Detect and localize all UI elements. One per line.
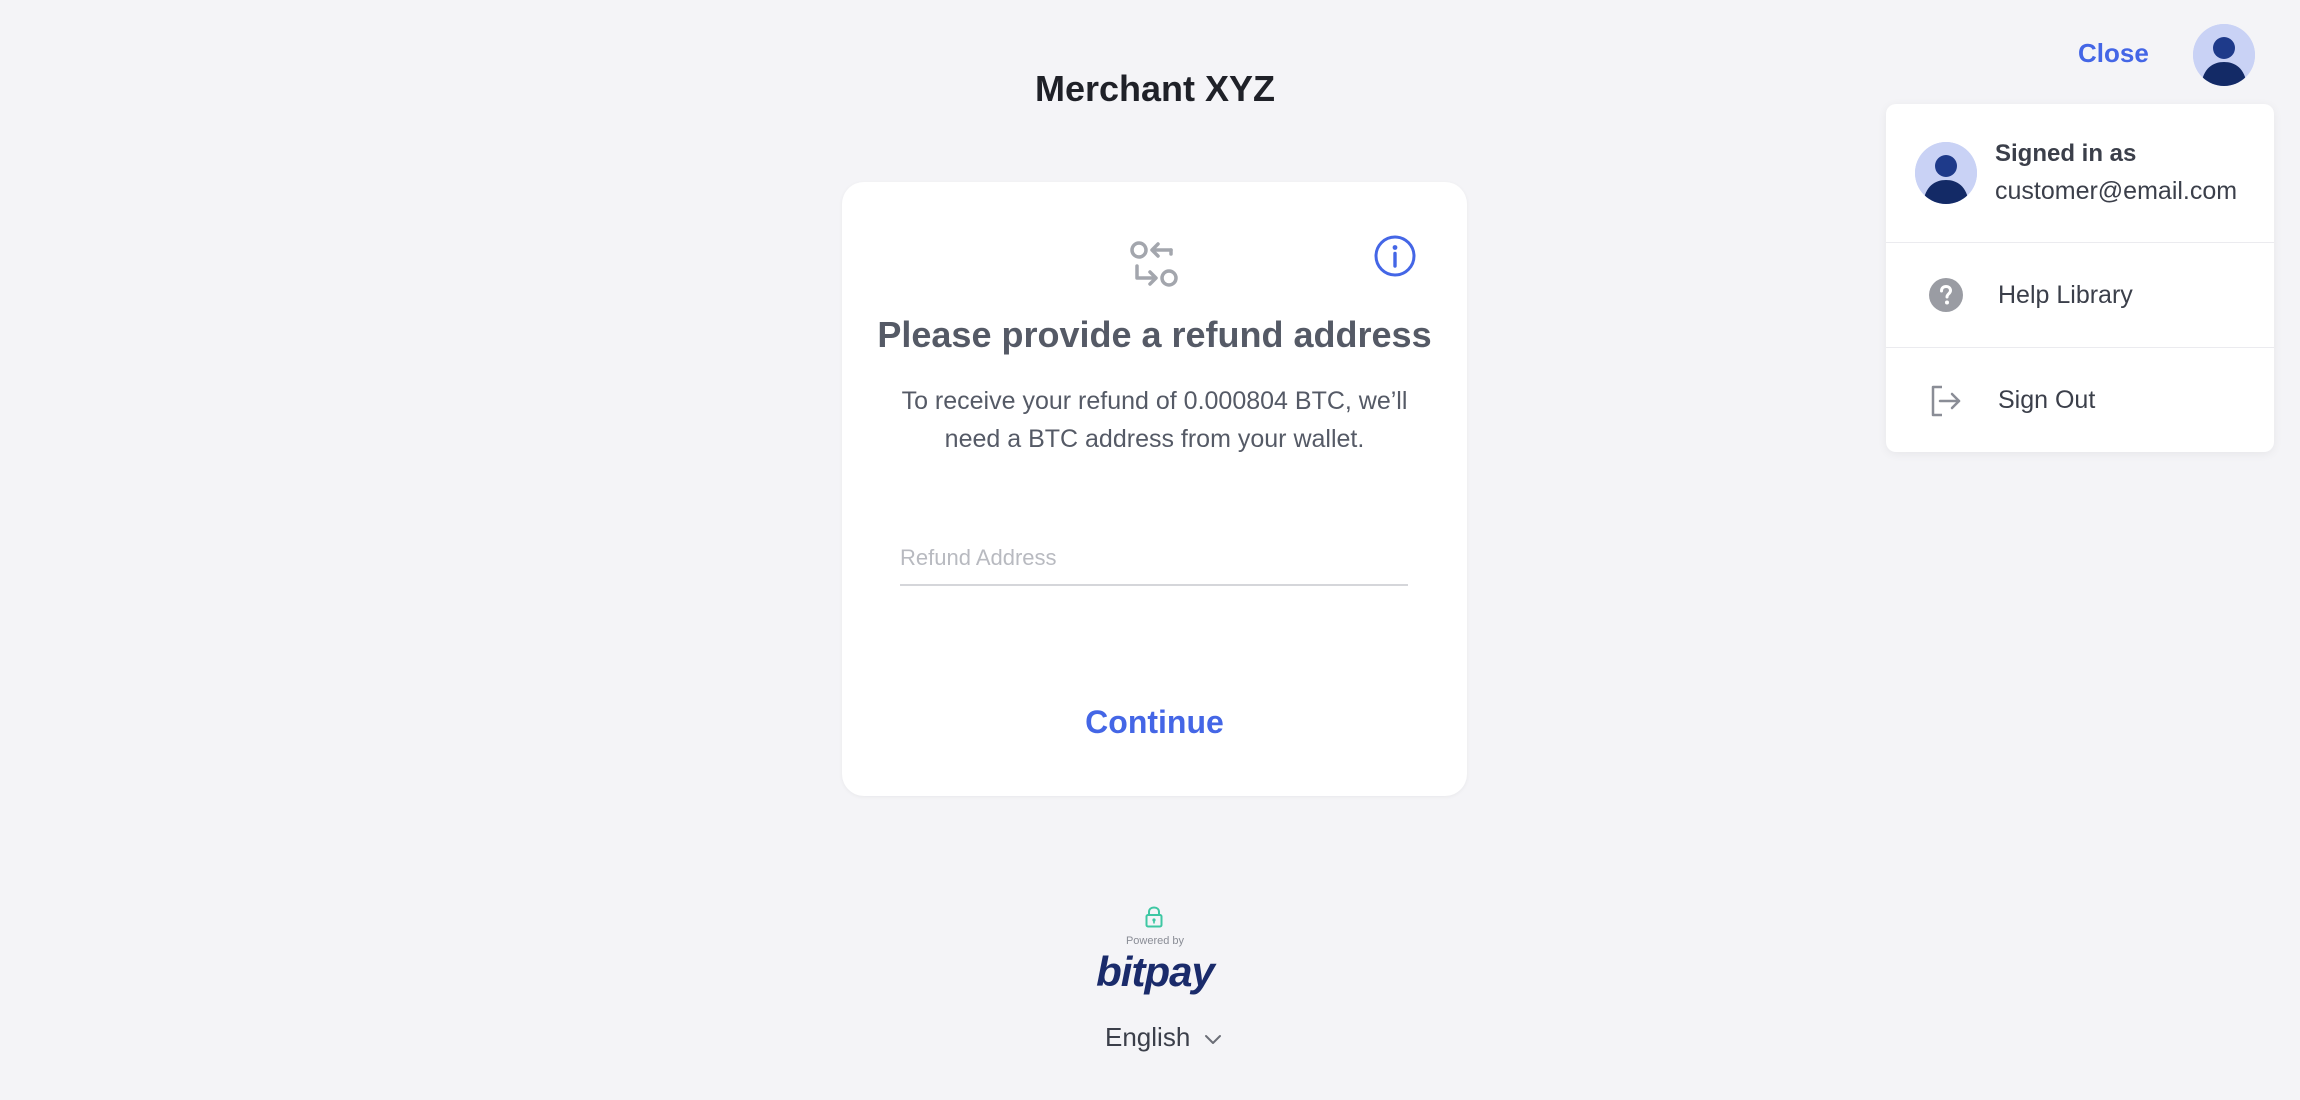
user-avatar-button[interactable] [2193, 24, 2255, 86]
menu-item-help-library[interactable]: Help Library [1886, 243, 2274, 348]
menu-item-label: Sign Out [1998, 386, 2096, 414]
menu-item-label: Help Library [1998, 280, 2133, 309]
refund-address-input[interactable] [900, 532, 1408, 586]
card-description: To receive your refund of 0.000804 BTC, … [901, 387, 1408, 453]
user-menu-header: Signed in as customer@email.com [1886, 104, 2274, 243]
chevron-down-icon [1205, 1034, 1222, 1044]
user-email: customer@email.com [1995, 177, 2238, 205]
language-selector[interactable]: English [1105, 1022, 1222, 1053]
language-label: English [1105, 1022, 1191, 1052]
help-circle-icon [1929, 278, 1963, 312]
powered-by-label: Powered by [1125, 935, 1185, 947]
avatar-icon [2193, 24, 2255, 86]
info-icon[interactable] [1373, 234, 1417, 278]
refund-page: Merchant XYZ Close Signed in as customer… [0, 0, 2300, 1100]
user-menu-dropdown: Signed in as customer@email.com Help Lib… [1886, 104, 2274, 452]
sign-out-icon [1931, 385, 1961, 416]
avatar-icon [1915, 142, 1977, 204]
refund-card: Please provide a refund address To recei… [842, 182, 1467, 796]
avatar [1915, 142, 1977, 204]
menu-item-sign-out[interactable]: Sign Out [1886, 348, 2274, 453]
close-button[interactable]: Close [2078, 38, 2149, 69]
lock-icon [1145, 906, 1163, 928]
swap-icon [1130, 241, 1178, 287]
continue-button[interactable]: Continue [842, 704, 1467, 741]
card-title: Please provide a refund address [877, 314, 1432, 355]
user-info: Signed in as customer@email.com [1995, 136, 2237, 210]
signed-in-label: Signed in as [1995, 140, 2137, 167]
bitpay-logo: bitpay [1096, 948, 1215, 995]
